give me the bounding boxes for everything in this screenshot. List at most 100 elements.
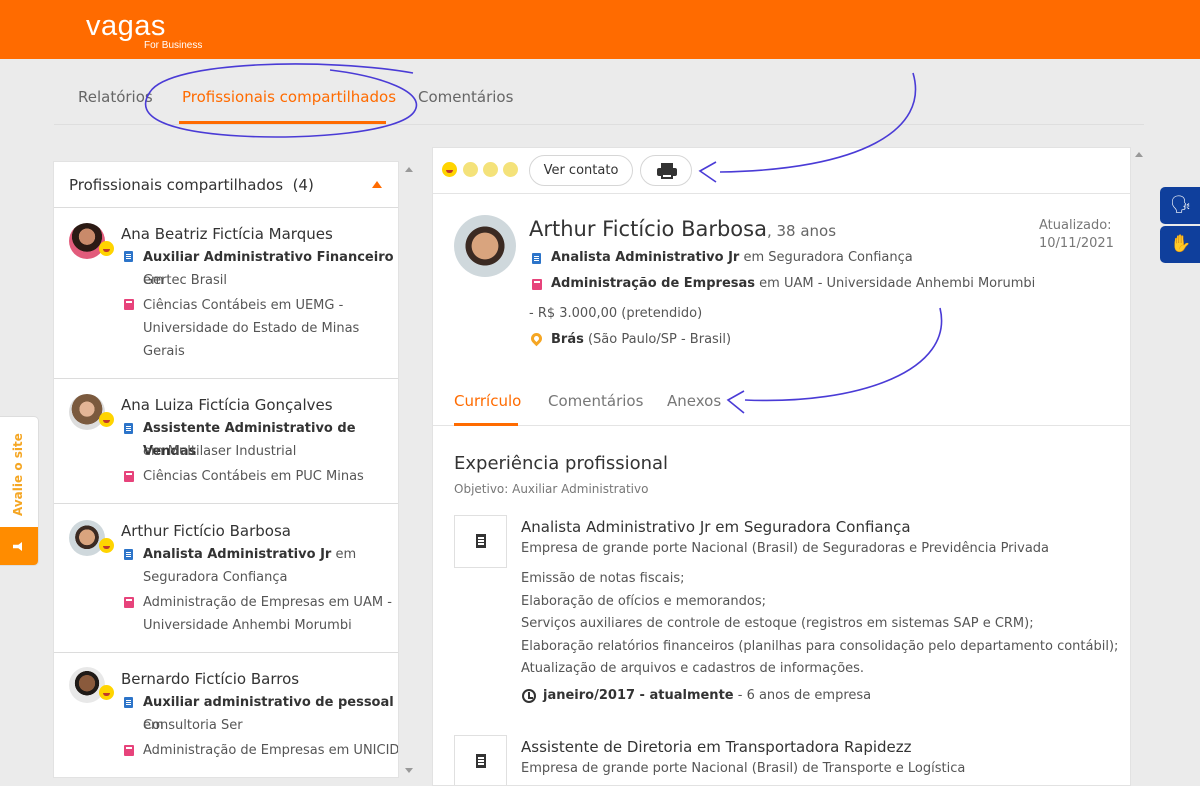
candidate-name: Ana Luiza Fictícia Gonçalves	[121, 396, 333, 414]
sidebar-scrollbar[interactable]	[401, 161, 415, 778]
report-tabs: Relatórios Profissionais compartilhados …	[54, 80, 1144, 125]
top-header: vagas For Business	[0, 0, 1200, 59]
megaphone-icon	[0, 527, 38, 565]
book-icon	[124, 299, 134, 310]
speaker-person-icon: 🗣	[1170, 195, 1192, 215]
profile-salary: - R$ 3.000,00 (pretendido)	[529, 306, 703, 321]
happy-mood-icon	[99, 538, 114, 553]
profile-job: Analista Administrativo Jr em Seguradora…	[551, 250, 913, 265]
happy-mood-icon	[99, 241, 114, 256]
tab-resume[interactable]: Currículo	[454, 392, 521, 410]
shared-professionals-panel: Profissionais compartilhados (4) Ana Bea…	[53, 161, 399, 778]
neutral-rating-icon[interactable]	[483, 162, 498, 177]
experience-title: Assistente de Diretoria em Transportador…	[521, 738, 912, 756]
experience-period: janeiro/2017 - atualmente - 6 anos de em…	[543, 688, 872, 703]
candidate-card[interactable]: Bernardo Fictício Barros Auxiliar admini…	[54, 652, 399, 777]
happy-mood-icon	[99, 412, 114, 427]
objective-text: Objetivo: Auxiliar Administrativo	[454, 482, 649, 496]
building-icon	[124, 549, 133, 560]
building-icon	[476, 534, 486, 548]
scroll-down-arrow-icon[interactable]	[405, 768, 413, 773]
profile-location: Brás (São Paulo/SP - Brasil)	[551, 332, 732, 347]
candidate-card[interactable]: Ana Luiza Fictícia Gonçalves Assistente …	[54, 378, 398, 504]
clock-icon	[522, 689, 536, 703]
detail-scrollbar[interactable]	[1133, 147, 1145, 786]
candidate-avatar	[69, 223, 105, 259]
candidate-age: , 38 anos	[766, 222, 837, 240]
detail-toolbar: Ver contato	[433, 148, 1130, 194]
candidate-card[interactable]: Ana Beatriz Fictícia Marques Auxiliar Ad…	[54, 208, 398, 379]
candidate-avatar	[69, 667, 105, 703]
candidate-company: Gertec Brasil	[143, 273, 228, 288]
building-icon	[532, 253, 541, 264]
sign-language-button[interactable]: ✋	[1160, 226, 1200, 263]
panel-header[interactable]: Profissionais compartilhados (4)	[54, 162, 398, 208]
company-logo-placeholder	[454, 735, 507, 785]
company-logo-placeholder	[454, 515, 507, 568]
candidate-name-heading: Arthur Fictício Barbosa, 38 anos	[529, 217, 837, 241]
panel-count: (4)	[292, 176, 314, 194]
print-button[interactable]	[640, 155, 692, 186]
candidate-name: Ana Beatriz Fictícia Marques	[121, 225, 333, 243]
candidate-avatar	[69, 520, 105, 556]
audio-accessibility-button[interactable]: 🗣	[1160, 187, 1200, 224]
vagas-logo[interactable]: vagas For Business	[86, 10, 202, 52]
candidate-photo	[454, 215, 516, 277]
section-title: Experiência profissional	[454, 453, 669, 474]
scroll-up-arrow-icon[interactable]	[405, 167, 413, 172]
candidate-education: Universidade do Estado de Minas	[143, 321, 360, 336]
experience-company-desc: Empresa de grande porte Nacional (Brasil…	[521, 541, 1050, 556]
candidate-name: Bernardo Fictício Barros	[121, 670, 300, 688]
logo-subtitle: For Business	[144, 40, 203, 51]
candidate-education: Ciências Contábeis em UEMG -	[143, 298, 344, 313]
printer-icon	[657, 163, 677, 179]
candidate-company: Seguradora Confiança	[143, 570, 288, 585]
book-icon	[124, 597, 134, 608]
happy-mood-icon	[99, 685, 114, 700]
happy-rating-icon[interactable]	[442, 162, 457, 177]
active-tab-indicator	[179, 121, 386, 124]
candidate-education: Administração de Empresas em UNICID	[143, 743, 399, 758]
building-icon	[124, 251, 133, 262]
candidate-education: Administração de Empresas em UAM -	[143, 595, 392, 610]
updated-info: Atualizado: 10/11/2021	[1039, 218, 1114, 251]
sad-rating-icon[interactable]	[503, 162, 518, 177]
building-icon	[124, 697, 133, 708]
building-icon	[124, 423, 133, 434]
candidate-education: Gerais	[143, 344, 185, 359]
collapse-caret-icon[interactable]	[372, 181, 382, 188]
book-icon	[124, 745, 134, 756]
tab-attachments[interactable]: Anexos	[667, 392, 721, 410]
sign-language-hands-icon: ✋	[1170, 234, 1192, 254]
panel-title: Profissionais compartilhados (4)	[69, 176, 314, 194]
scroll-up-arrow-icon[interactable]	[1135, 152, 1143, 157]
experience-title: Analista Administrativo Jr em Seguradora…	[521, 518, 911, 536]
book-icon	[124, 471, 134, 482]
detail-tabs: Currículo Comentários Anexos	[433, 378, 1130, 426]
location-pin-icon	[528, 330, 545, 347]
experience-tasks: Emissão de notas fiscais; Elaboração de …	[521, 571, 1119, 676]
candidate-education: Ciências Contábeis em PUC Minas	[143, 469, 364, 484]
candidate-job: Analista Administrativo Jr em	[143, 547, 357, 562]
candidate-education: Universidade Anhembi Morumbi	[143, 618, 352, 633]
logo-word: vagas	[86, 10, 166, 42]
candidate-detail-panel: Ver contato Arthur Fictício Barbosa, 38 …	[432, 147, 1131, 786]
experience-company-desc: Empresa de grande porte Nacional (Brasil…	[521, 761, 966, 776]
profile-course: Administração de Empresas em UAM - Unive…	[551, 276, 1036, 291]
rate-site-label: Avalie o site	[11, 433, 25, 517]
candidate-company: Consultoria Ser	[143, 718, 243, 733]
tab-reports[interactable]: Relatórios	[78, 88, 153, 106]
book-icon	[532, 279, 542, 290]
tab-comments[interactable]: Comentários	[548, 392, 643, 410]
active-tab-indicator	[454, 423, 518, 426]
rate-site-tab[interactable]: Avalie o site	[0, 416, 39, 566]
view-contact-button[interactable]: Ver contato	[529, 155, 633, 186]
candidate-company: em Multilaser Industrial	[143, 444, 297, 459]
candidate-name: Arthur Fictício Barbosa	[121, 522, 291, 540]
tab-shared-professionals[interactable]: Profissionais compartilhados	[182, 88, 396, 106]
candidate-card[interactable]: Arthur Fictício Barbosa Analista Adminis…	[54, 503, 398, 653]
tab-comments[interactable]: Comentários	[418, 88, 513, 106]
candidate-avatar	[69, 394, 105, 430]
building-icon	[476, 754, 486, 768]
neutral-rating-icon[interactable]	[463, 162, 478, 177]
